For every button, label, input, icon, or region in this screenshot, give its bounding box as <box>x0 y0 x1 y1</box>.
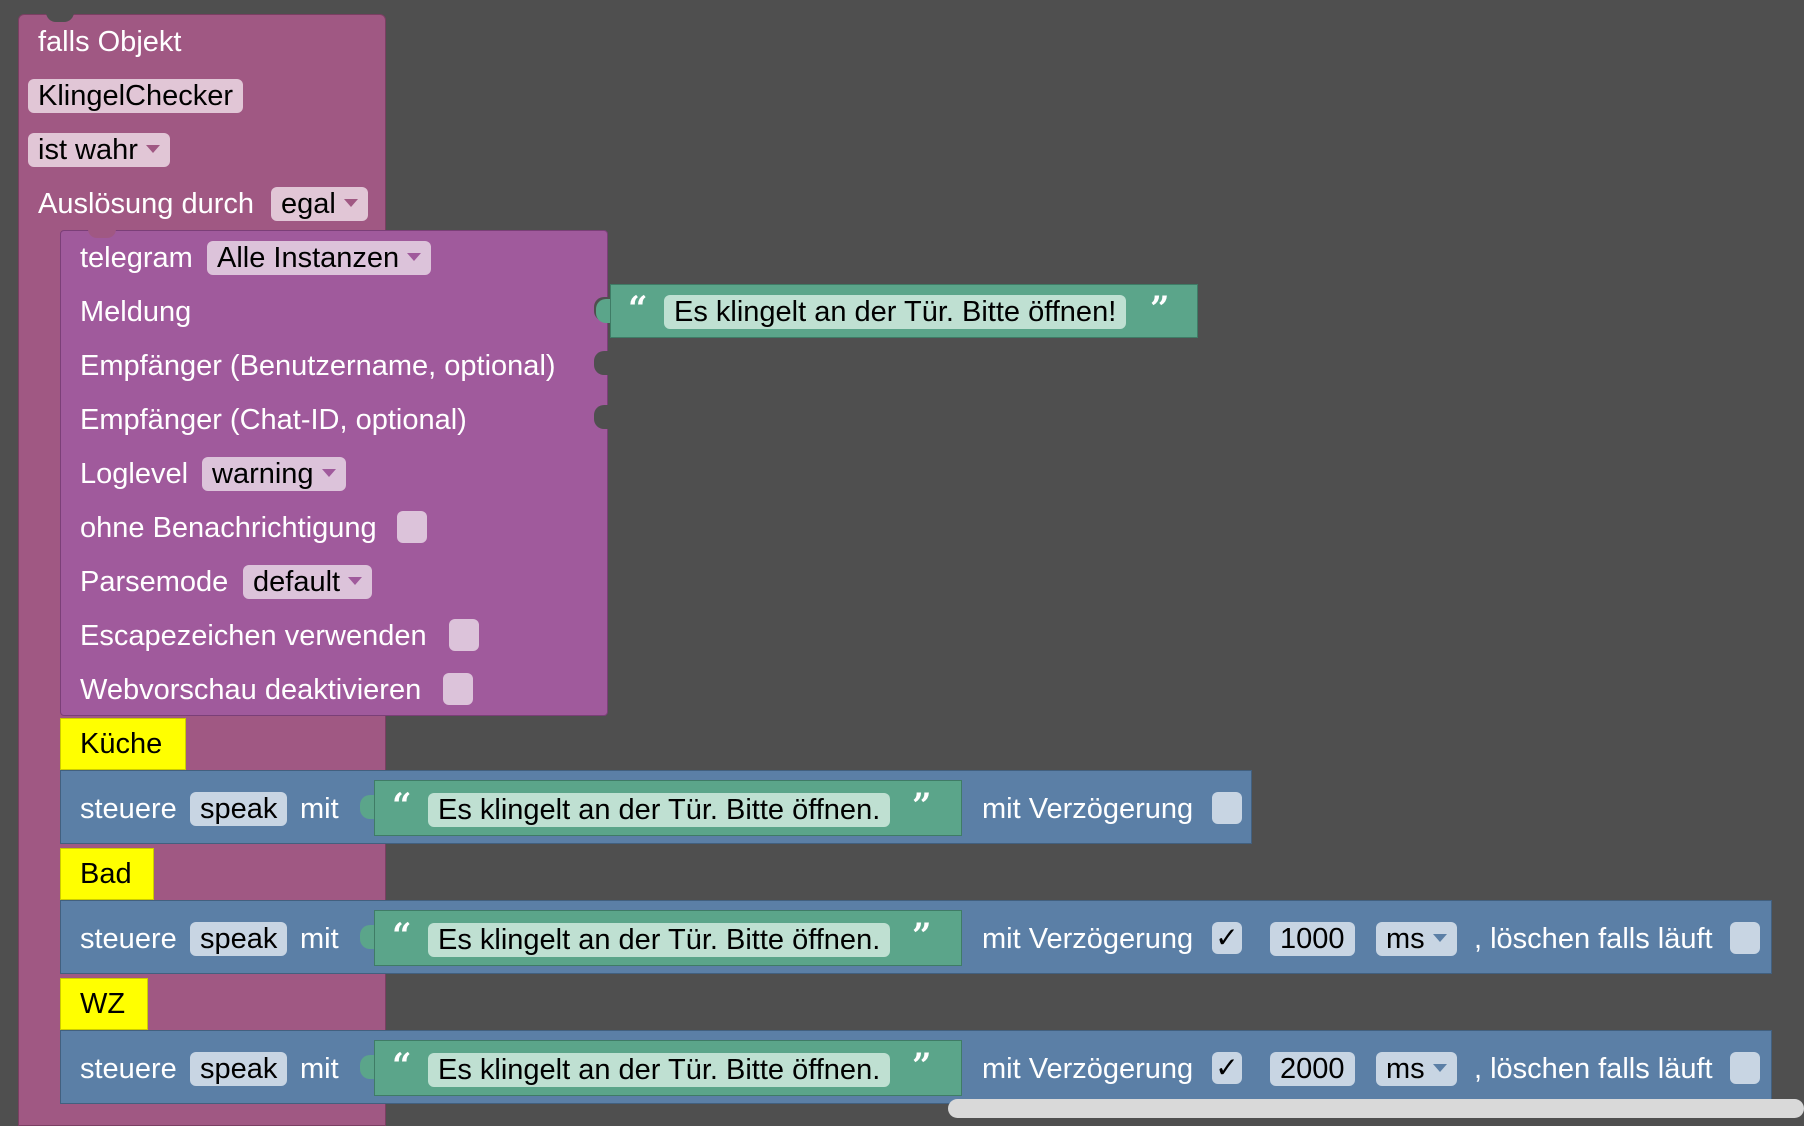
delay-label: mit Verzögerung <box>982 1053 1194 1085</box>
open-quote-icon: “ <box>392 786 412 826</box>
speak-with-label: mit <box>300 793 339 825</box>
output-plug <box>360 925 374 949</box>
loglevel-label: Loglevel <box>80 458 189 490</box>
unit-value: ms <box>1386 923 1425 955</box>
speak-target-value: speak <box>200 923 278 955</box>
comment-label: Küche <box>80 728 163 760</box>
close-quote-icon: ” <box>1150 289 1170 329</box>
loglevel-dropdown[interactable]: warning <box>202 457 346 491</box>
chevron-down-icon <box>1432 934 1447 943</box>
horizontal-scrollbar[interactable] <box>948 1099 1804 1118</box>
object-id-value: KlingelChecker <box>38 80 234 112</box>
message-text-field[interactable]: Es klingelt an der Tür. Bitte öffnen! <box>664 295 1127 329</box>
delay-label: mit Verzögerung <box>982 793 1194 825</box>
output-plug <box>360 1055 374 1079</box>
condition-value: ist wahr <box>38 134 138 166</box>
open-quote-icon: “ <box>392 1046 412 1086</box>
speak-verb-label: steuere <box>80 1053 177 1085</box>
chevron-down-icon <box>145 145 160 154</box>
silent-label: ohne Benachrichtigung <box>80 512 377 544</box>
clear-checkbox[interactable] <box>1730 922 1760 954</box>
chevron-down-icon <box>1432 1064 1447 1073</box>
speak-target-field[interactable]: speak <box>190 922 288 956</box>
recipient-chat-label: Empfänger (Chat-ID, optional) <box>80 404 467 436</box>
input-socket[interactable] <box>594 405 608 429</box>
delay-label: mit Verzögerung <box>982 923 1194 955</box>
parsemode-label: Parsemode <box>80 566 229 598</box>
open-quote-icon: “ <box>628 289 648 329</box>
speak-verb-label: steuere <box>80 923 177 955</box>
trigger-value: egal <box>281 188 336 220</box>
webpreview-checkbox[interactable] <box>443 673 473 705</box>
chevron-down-icon <box>407 253 422 262</box>
delay-value: 2000 <box>1280 1053 1345 1085</box>
recipient-user-label: Empfänger (Benutzername, optional) <box>80 350 556 382</box>
parsemode-value: default <box>253 566 341 598</box>
escape-label: Escapezeichen verwenden <box>80 620 427 652</box>
close-quote-icon: ” <box>912 786 932 826</box>
delay-value-field[interactable]: 2000 <box>1270 1052 1355 1086</box>
speak-target-value: speak <box>200 793 278 825</box>
unit-dropdown[interactable]: ms <box>1376 922 1457 956</box>
condition-dropdown[interactable]: ist wahr <box>28 133 170 167</box>
speak-verb-label: steuere <box>80 793 177 825</box>
unit-value: ms <box>1386 1053 1425 1085</box>
loglevel-value: warning <box>212 458 314 490</box>
telegram-label: telegram <box>80 242 193 274</box>
clear-label: , löschen falls läuft <box>1474 1053 1713 1085</box>
comment-label: Bad <box>80 858 132 890</box>
unit-dropdown[interactable]: ms <box>1376 1052 1457 1086</box>
webpreview-label: Webvorschau deaktivieren <box>80 674 422 706</box>
telegram-instance-value: Alle Instanzen <box>217 242 400 274</box>
chevron-down-icon <box>343 199 358 208</box>
object-id-field[interactable]: KlingelChecker <box>28 79 244 113</box>
trigger-label: Auslösung durch <box>38 188 255 220</box>
open-quote-icon: “ <box>392 916 412 956</box>
speak-text-field[interactable]: Es klingelt an der Tür. Bitte öffnen. <box>428 1053 891 1087</box>
trigger-header: falls Objekt <box>38 26 182 58</box>
speak-text-value: Es klingelt an der Tür. Bitte öffnen. <box>438 1054 881 1086</box>
silent-checkbox[interactable] <box>397 511 427 543</box>
speak-target-value: speak <box>200 1053 278 1085</box>
checkmark-icon: ✓ <box>1215 1052 1239 1083</box>
speak-text-field[interactable]: Es klingelt an der Tür. Bitte öffnen. <box>428 793 891 827</box>
output-plug <box>360 795 374 819</box>
input-socket[interactable] <box>594 351 608 375</box>
speak-text-value: Es klingelt an der Tür. Bitte öffnen. <box>438 794 881 826</box>
delay-checkbox[interactable]: ✓ <box>1212 1052 1242 1084</box>
delay-value: 1000 <box>1280 923 1345 955</box>
delay-checkbox[interactable]: ✓ <box>1212 922 1242 954</box>
message-label: Meldung <box>80 296 192 328</box>
output-plug <box>596 299 610 323</box>
trigger-dropdown[interactable]: egal <box>271 187 368 221</box>
speak-text-value: Es klingelt an der Tür. Bitte öffnen. <box>438 924 881 956</box>
close-quote-icon: ” <box>912 1046 932 1086</box>
close-quote-icon: ” <box>912 916 932 956</box>
escape-checkbox[interactable] <box>449 619 479 651</box>
telegram-instance-dropdown[interactable]: Alle Instanzen <box>207 241 432 275</box>
clear-checkbox[interactable] <box>1730 1052 1760 1084</box>
message-text-value: Es klingelt an der Tür. Bitte öffnen! <box>674 296 1117 328</box>
speak-with-label: mit <box>300 1053 339 1085</box>
comment-label: WZ <box>80 988 126 1020</box>
speak-text-field[interactable]: Es klingelt an der Tür. Bitte öffnen. <box>428 923 891 957</box>
delay-value-field[interactable]: 1000 <box>1270 922 1355 956</box>
delay-checkbox[interactable] <box>1212 792 1242 824</box>
chevron-down-icon <box>321 469 336 478</box>
clear-label: , löschen falls läuft <box>1474 923 1713 955</box>
speak-with-label: mit <box>300 923 339 955</box>
chevron-down-icon <box>348 577 363 586</box>
parsemode-dropdown[interactable]: default <box>243 565 373 599</box>
checkmark-icon: ✓ <box>1215 922 1239 953</box>
speak-target-field[interactable]: speak <box>190 1052 288 1086</box>
speak-target-field[interactable]: speak <box>190 792 288 826</box>
